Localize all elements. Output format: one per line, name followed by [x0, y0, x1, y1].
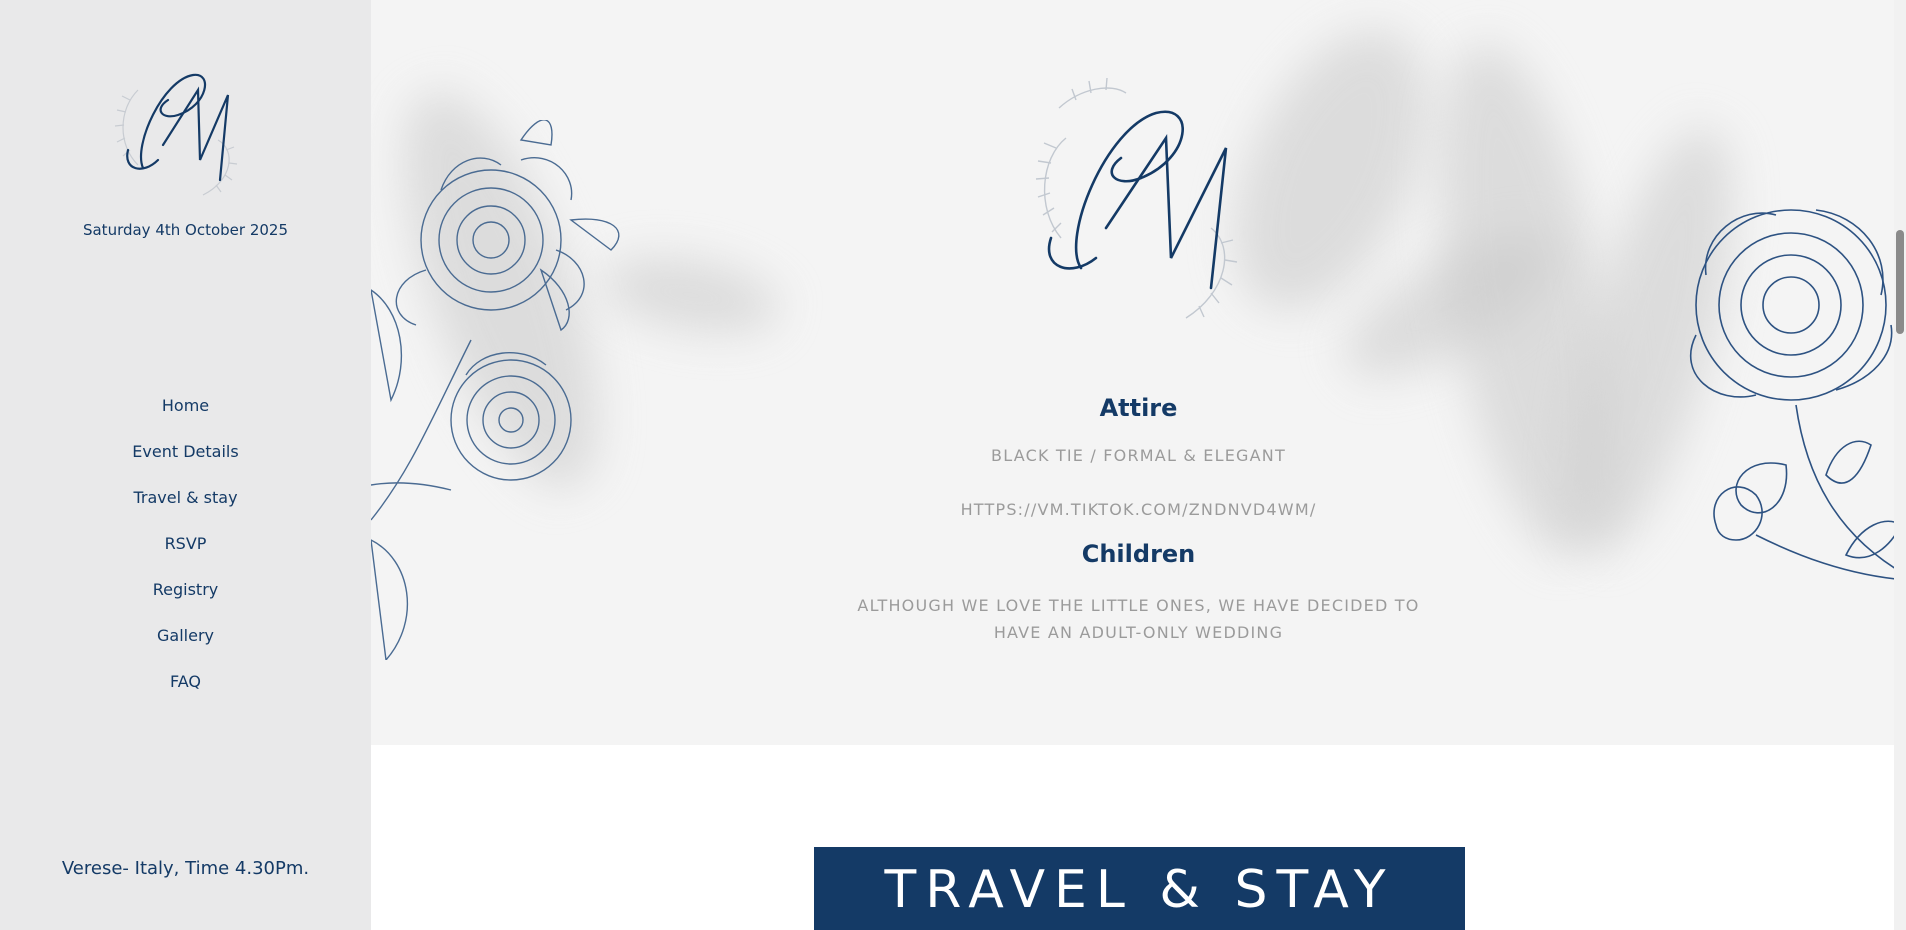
attire-heading: Attire [1099, 394, 1178, 422]
peony-illustration-right [1689, 209, 1906, 581]
nav-item-rsvp[interactable]: RSVP [0, 520, 371, 566]
nav-item-gallery[interactable]: Gallery [0, 612, 371, 658]
pm-monogram-icon [1035, 78, 1238, 319]
sidebar: Saturday 4th October 2025 Home Event Det… [0, 0, 371, 930]
children-heading: Children [1081, 540, 1196, 568]
children-description: ALTHOUGH WE LOVE THE LITTLE ONES, WE HAV… [371, 592, 1906, 646]
venue-location: Verese- Italy, Time 4.30Pm. [61, 858, 310, 879]
children-description-line: ALTHOUGH WE LOVE THE LITTLE ONES, WE HAV… [857, 596, 1420, 615]
scrollbar-thumb[interactable] [1896, 230, 1904, 334]
nav-item-registry[interactable]: Registry [0, 566, 371, 612]
page-scrollbar[interactable] [1894, 0, 1906, 930]
nav-item-travel-stay[interactable]: Travel & stay [0, 474, 371, 520]
attire-tiktok-link[interactable]: HTTPS://VM.TIKTOK.COM/ZNDNVD4WM/ [371, 500, 1906, 519]
travel-stay-banner: TRAVEL & STAY [814, 847, 1465, 930]
main-nav: Home Event Details Travel & stay RSVP Re… [0, 382, 371, 704]
pm-monogram-icon[interactable] [108, 50, 248, 200]
nav-item-home[interactable]: Home [0, 382, 371, 428]
travel-stay-heading: TRAVEL & STAY [884, 860, 1395, 920]
peony-illustration-left [371, 120, 620, 660]
children-description-line: HAVE AN ADULT-ONLY WEDDING [993, 623, 1284, 642]
attire-description: BLACK TIE / FORMAL & ELEGANT [991, 446, 1286, 465]
nav-item-event-details[interactable]: Event Details [0, 428, 371, 474]
wedding-date: Saturday 4th October 2025 [82, 221, 289, 239]
nav-item-faq[interactable]: FAQ [0, 658, 371, 704]
